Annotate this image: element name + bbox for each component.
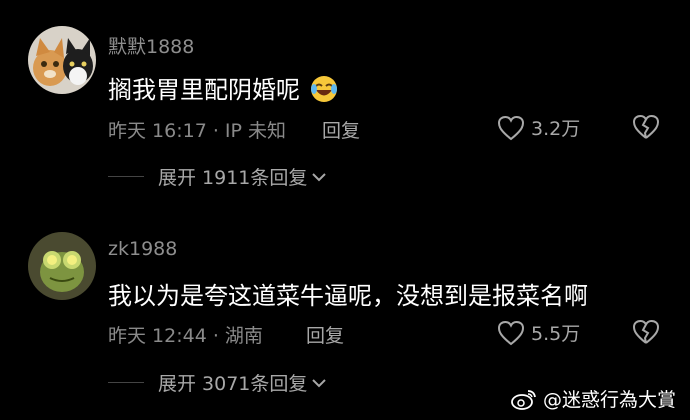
- watermark-text: @迷惑行為大賞: [542, 389, 676, 411]
- dislike-button[interactable]: [632, 114, 660, 140]
- expand-replies-button[interactable]: 展开 1911条回复: [108, 163, 327, 190]
- divider-line: [108, 176, 144, 177]
- broken-heart-icon: [632, 319, 660, 345]
- like-count: 3.2万: [531, 118, 581, 140]
- heart-outline-icon: [497, 320, 525, 346]
- watermark: @迷惑行為大賞: [511, 385, 676, 412]
- expand-replies-label: 展开 1911条回复: [158, 167, 308, 189]
- timestamp-location: 昨天 16:17 · IP 未知: [108, 120, 287, 142]
- heart-outline-icon: [497, 115, 525, 141]
- like-button[interactable]: 5.5万: [497, 319, 580, 346]
- comment-text-body: 搁我胃里配阴婚呢: [108, 76, 300, 104]
- timestamp-location: 昨天 12:44 · 湖南: [108, 325, 263, 347]
- divider-line: [108, 382, 144, 383]
- chevron-down-icon: [311, 171, 327, 183]
- username[interactable]: zk1988: [108, 238, 177, 260]
- dislike-button[interactable]: [632, 319, 660, 345]
- laughing-emoji-icon: [310, 75, 338, 103]
- reply-button[interactable]: 回复: [306, 321, 344, 348]
- expand-replies-label: 展开 3071条回复: [158, 373, 308, 395]
- avatar[interactable]: [28, 26, 96, 94]
- chevron-down-icon: [311, 377, 327, 389]
- like-button[interactable]: 3.2万: [497, 114, 580, 141]
- username[interactable]: 默默1888: [108, 32, 194, 59]
- avatar[interactable]: [28, 232, 96, 300]
- comment-text: 搁我胃里配阴婚呢: [108, 70, 338, 105]
- weibo-logo-icon: [511, 388, 537, 410]
- like-count: 5.5万: [531, 323, 581, 345]
- broken-heart-icon: [632, 114, 660, 140]
- comment-text: 我以为是夸这道菜牛逼呢，没想到是报菜名啊: [108, 282, 588, 310]
- reply-button[interactable]: 回复: [322, 116, 360, 143]
- expand-replies-button[interactable]: 展开 3071条回复: [108, 369, 327, 396]
